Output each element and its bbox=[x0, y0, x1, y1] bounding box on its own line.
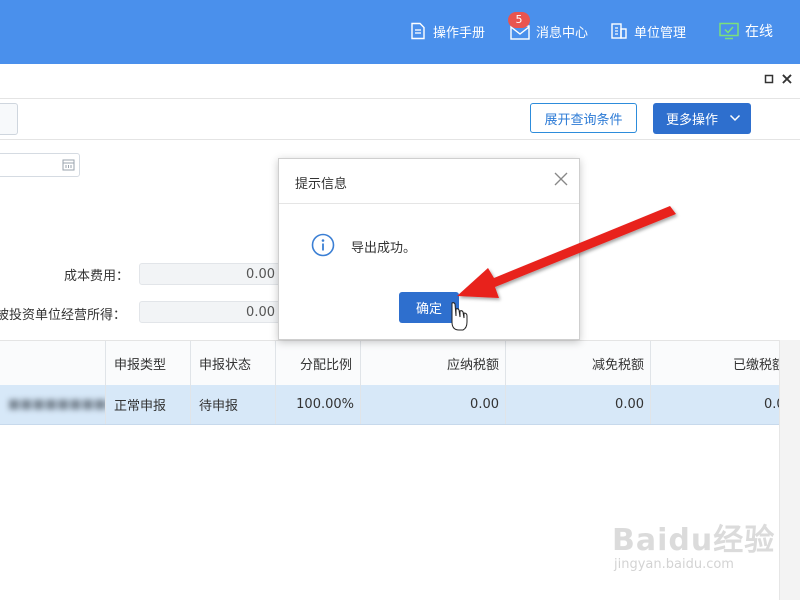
cell-name-blurred: ■■■■■■■■■ bbox=[0, 385, 106, 424]
close-window-button[interactable]: × bbox=[780, 69, 794, 88]
online-label: 在线 bbox=[745, 24, 773, 40]
more-actions-label: 更多操作 bbox=[666, 113, 719, 128]
info-icon bbox=[311, 233, 335, 257]
vertical-scrollbar[interactable] bbox=[779, 340, 800, 600]
dialog-title: 提示信息 bbox=[295, 177, 348, 192]
toolbar: 展开查询条件 更多操作 bbox=[0, 99, 800, 140]
cell-tax-reduced: 0.00 bbox=[506, 385, 651, 424]
message-count-badge: 5 bbox=[508, 12, 530, 28]
chevron-down-icon bbox=[729, 114, 741, 122]
info-dialog: 提示信息 导出成功。 确定 bbox=[278, 158, 580, 340]
restore-icon bbox=[764, 74, 774, 84]
calendar-icon bbox=[62, 159, 75, 171]
col-header-tax-paid[interactable]: 已缴税额 bbox=[651, 341, 779, 385]
col-header-tax-due[interactable]: 应纳税额 bbox=[361, 341, 506, 385]
message-center-link[interactable]: 5 消息中心 bbox=[508, 12, 589, 44]
cell-tax-due: 0.00 bbox=[361, 385, 506, 424]
cell-type: 正常申报 bbox=[106, 385, 191, 424]
baidu-watermark: Baidu经验 jingyan.baidu.com bbox=[612, 515, 775, 572]
col-header-ratio[interactable]: 分配比例 bbox=[276, 341, 361, 385]
building-icon bbox=[611, 23, 627, 39]
messages-label: 消息中心 bbox=[536, 25, 589, 41]
cell-status: 待申报 bbox=[191, 385, 276, 424]
col-header-type[interactable]: 申报类型 bbox=[106, 341, 191, 385]
watermark-url: jingyan.baidu.com bbox=[614, 557, 734, 572]
dialog-header: 提示信息 bbox=[279, 159, 579, 204]
cell-tax-paid: 0.00 bbox=[764, 397, 779, 412]
top-header-bar: 操作手册 5 消息中心 单位管理 在线 bbox=[0, 0, 800, 64]
document-icon bbox=[411, 22, 425, 40]
blurred-name-text: ■■■■■■■■■ bbox=[8, 397, 106, 412]
investee-income-input[interactable]: 0.00 bbox=[139, 301, 284, 323]
close-icon: × bbox=[780, 69, 794, 88]
window-title-strip: × bbox=[0, 64, 800, 99]
manual-link[interactable]: 操作手册 bbox=[409, 18, 485, 44]
online-status[interactable]: 在线 bbox=[719, 18, 773, 44]
table-row[interactable]: ■■■■■■■■■ 正常申报 待申报 100.00% 0.00 0.00 0.0… bbox=[0, 385, 779, 425]
confirm-button[interactable]: 确定 bbox=[399, 292, 459, 323]
expand-query-button[interactable]: 展开查询条件 bbox=[530, 103, 637, 133]
table-header-blank bbox=[0, 341, 106, 385]
unit-management-link[interactable]: 单位管理 bbox=[610, 18, 686, 44]
more-actions-button[interactable]: 更多操作 bbox=[653, 103, 751, 134]
manual-label: 操作手册 bbox=[433, 25, 486, 41]
date-input[interactable] bbox=[0, 153, 80, 177]
watermark-logo-text: Baidu经验 bbox=[612, 523, 776, 558]
col-header-status[interactable]: 申报状态 bbox=[191, 341, 276, 385]
partial-button[interactable] bbox=[0, 103, 18, 135]
investee-income-label: 被投资单位经营所得： bbox=[0, 308, 127, 323]
restore-button[interactable] bbox=[762, 72, 776, 86]
table-header-row: 申报类型 申报状态 分配比例 应纳税额 减免税额 已缴税额 bbox=[0, 340, 779, 386]
col-header-tax-reduced[interactable]: 减免税额 bbox=[506, 341, 651, 385]
cost-label: 成本费用： bbox=[64, 269, 130, 284]
cell-ratio: 100.00% bbox=[276, 385, 361, 424]
unit-management-label: 单位管理 bbox=[634, 25, 687, 41]
dialog-message: 导出成功。 bbox=[351, 241, 417, 256]
cost-input[interactable]: 0.00 bbox=[139, 263, 284, 285]
close-icon[interactable] bbox=[553, 171, 569, 187]
monitor-check-icon bbox=[719, 22, 739, 40]
